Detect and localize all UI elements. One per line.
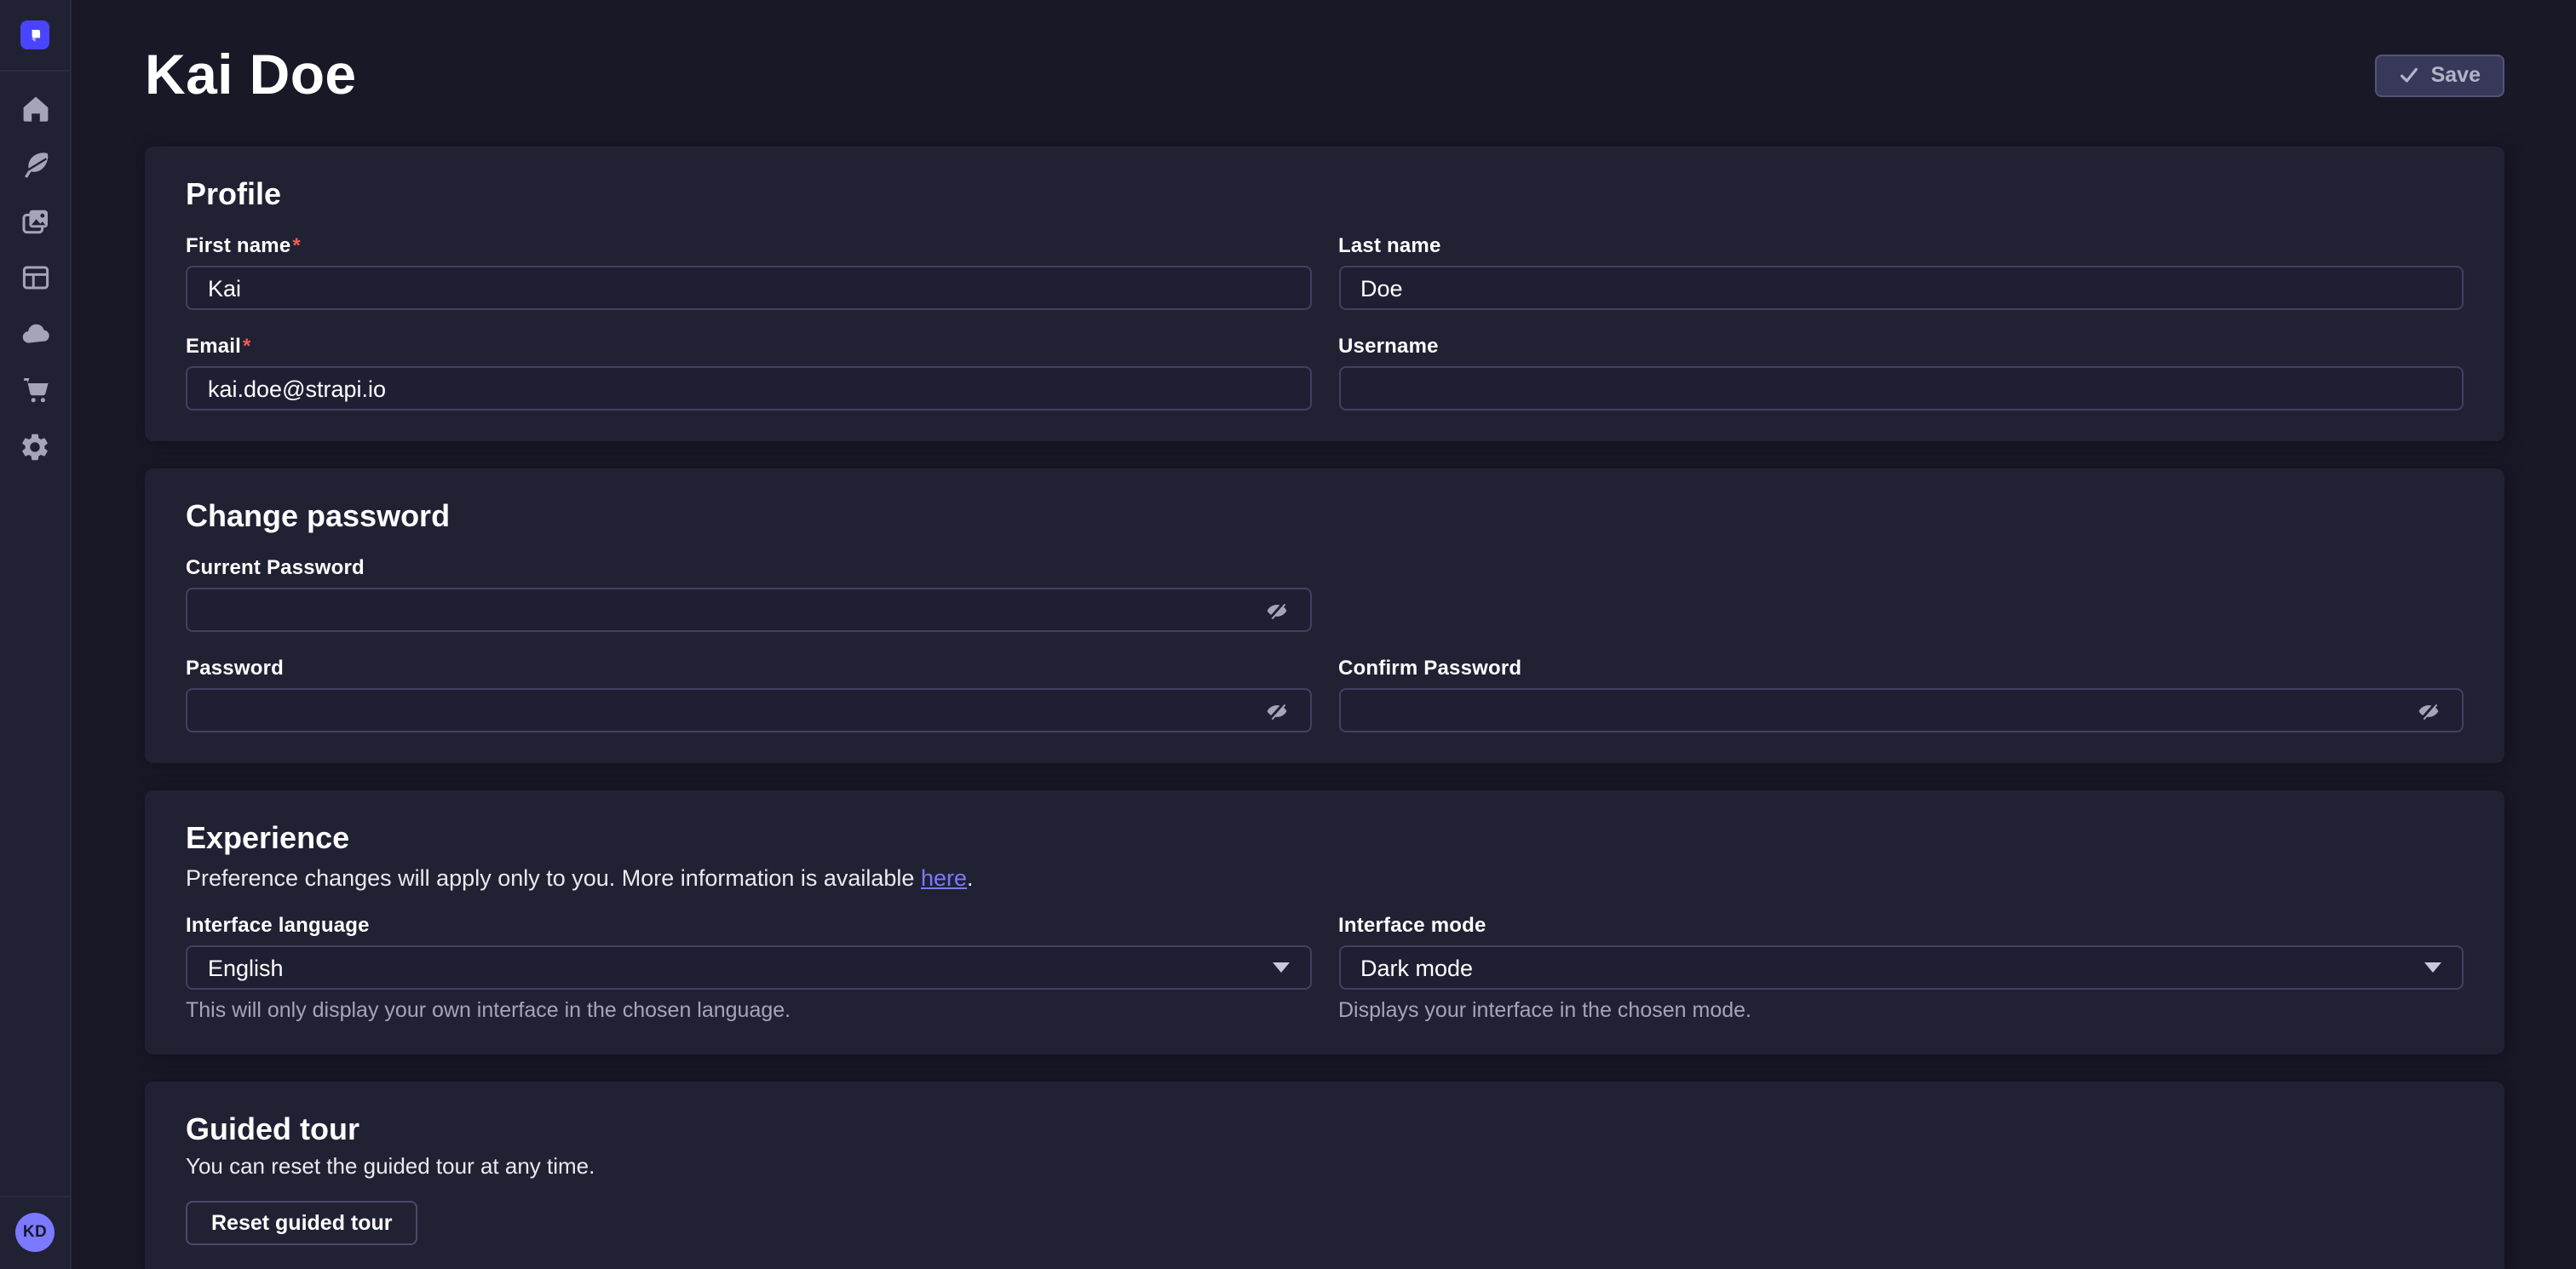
current-password-field: Current Password <box>186 555 1311 632</box>
sidebar-item-content-type-builder[interactable] <box>8 250 62 305</box>
chevron-down-icon <box>1272 962 1289 973</box>
confirm-password-input[interactable] <box>1360 698 2402 723</box>
page-title: Kai Doe <box>145 43 357 107</box>
toggle-password-visibility[interactable] <box>1250 698 1289 723</box>
email-input[interactable] <box>208 376 1289 401</box>
guided-tour-card: Guided tour You can reset the guided tou… <box>145 1082 2504 1269</box>
eye-off-icon <box>2416 698 2441 723</box>
interface-mode-value: Dark mode <box>1360 955 1473 980</box>
sidebar-item-home[interactable] <box>8 82 62 136</box>
sidebar-item-content-manager[interactable] <box>8 138 62 192</box>
confirm-password-field: Confirm Password <box>1338 656 2464 732</box>
main-nav-sidebar: KD <box>0 0 72 1269</box>
email-label: Email <box>186 334 241 358</box>
first-name-label: First name <box>186 233 290 257</box>
interface-language-select[interactable]: English <box>186 945 1311 990</box>
confirm-password-label: Confirm Password <box>1338 656 1521 680</box>
nav-list <box>8 82 62 474</box>
username-input[interactable] <box>1360 376 2441 401</box>
interface-language-field: Interface language English This will onl… <box>186 913 1311 1024</box>
check-icon <box>2399 65 2419 85</box>
sidebar-item-media-library[interactable] <box>8 194 62 249</box>
sidebar-item-settings[interactable] <box>8 419 62 474</box>
experience-card: Experience Preference changes will apply… <box>145 790 2504 1054</box>
change-password-card: Change password Current Password <box>145 468 2504 763</box>
experience-card-title: Experience <box>186 821 2464 855</box>
experience-grid: Interface language English This will onl… <box>186 913 2464 1024</box>
feather-icon <box>18 148 52 182</box>
sidebar-footer: KD <box>0 1196 70 1269</box>
cart-icon <box>18 373 52 407</box>
eye-off-icon <box>1263 597 1289 623</box>
strapi-logo-icon[interactable] <box>20 20 49 49</box>
chevron-down-icon <box>2424 962 2441 973</box>
user-avatar[interactable]: KD <box>15 1213 55 1252</box>
sidebar-item-deploy[interactable] <box>8 307 62 361</box>
experience-description-text: Preference changes will apply only to yo… <box>186 865 921 891</box>
page-header: Kai Doe Save <box>145 41 2504 109</box>
gear-icon <box>19 430 51 462</box>
interface-language-value: English <box>208 955 284 980</box>
last-name-input[interactable] <box>1360 275 2441 301</box>
experience-description-suffix: . <box>967 865 974 891</box>
last-name-label: Last name <box>1338 233 1441 257</box>
home-icon <box>18 92 52 126</box>
interface-language-label: Interface language <box>186 913 370 937</box>
toggle-current-password-visibility[interactable] <box>1250 597 1289 623</box>
viewport: KD Kai Doe Save Profile First name* <box>0 0 2576 1269</box>
empty-cell <box>1338 555 2464 632</box>
last-name-field: Last name <box>1338 233 2464 310</box>
interface-language-hint: This will only display your own interfac… <box>186 998 1311 1024</box>
username-label: Username <box>1338 334 1439 358</box>
email-field: Email* <box>186 334 1311 411</box>
interface-mode-hint: Displays your interface in the chosen mo… <box>1338 998 2464 1024</box>
password-grid: Current Password Pass <box>186 555 2464 732</box>
experience-description: Preference changes will apply only to yo… <box>186 864 2464 893</box>
interface-mode-select[interactable]: Dark mode <box>1338 945 2464 990</box>
password-field: Password <box>186 656 1311 732</box>
current-password-input[interactable] <box>208 597 1250 623</box>
interface-mode-label: Interface mode <box>1338 913 1486 937</box>
profile-card-title: Profile <box>186 177 2464 211</box>
save-button-label: Save <box>2431 63 2481 87</box>
required-asterisk: * <box>243 334 251 358</box>
change-password-card-title: Change password <box>186 499 2464 533</box>
guided-tour-description: You can reset the guided tour at any tim… <box>186 1153 2464 1179</box>
layout-icon <box>18 261 52 295</box>
save-button[interactable]: Save <box>2375 54 2504 96</box>
eye-off-icon <box>1263 698 1289 723</box>
cloud-icon <box>18 317 52 351</box>
password-label: Password <box>186 656 284 680</box>
first-name-field: First name* <box>186 233 1311 310</box>
profile-card: Profile First name* Last name Email* <box>145 146 2504 441</box>
toggle-confirm-password-visibility[interactable] <box>2402 698 2441 723</box>
current-password-label: Current Password <box>186 555 365 579</box>
interface-mode-field: Interface mode Dark mode Displays your i… <box>1338 913 2464 1024</box>
profile-grid: First name* Last name Email* <box>186 233 2464 411</box>
first-name-input[interactable] <box>208 275 1289 301</box>
sidebar-item-marketplace[interactable] <box>8 363 62 417</box>
main-content: Kai Doe Save Profile First name* Last <box>72 0 2576 1269</box>
logo-area <box>0 0 70 72</box>
more-information-link[interactable]: here <box>921 865 967 891</box>
username-field: Username <box>1338 334 2464 411</box>
reset-guided-tour-button[interactable]: Reset guided tour <box>186 1201 418 1245</box>
guided-tour-card-title: Guided tour <box>186 1112 2464 1146</box>
required-asterisk: * <box>292 233 301 257</box>
strapi-admin-app: KD Kai Doe Save Profile First name* <box>0 0 2576 1269</box>
password-input[interactable] <box>208 698 1250 723</box>
images-icon <box>18 204 52 238</box>
